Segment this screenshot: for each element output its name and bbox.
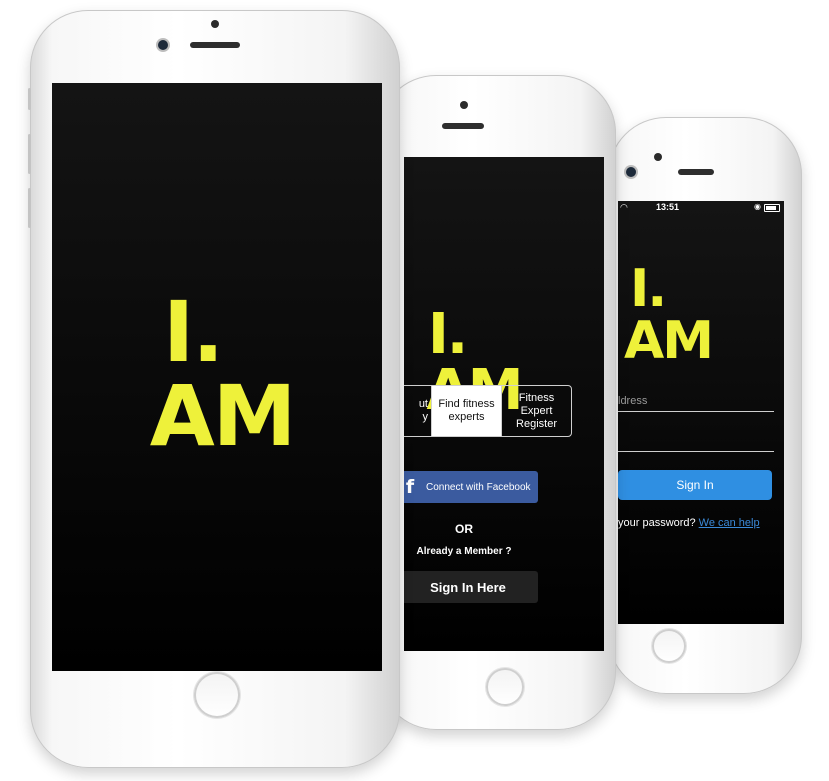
login-screen: ◠ 13:51 ◉ I. AM ldress Sign In your pass…	[618, 201, 784, 624]
home-button[interactable]	[194, 672, 240, 718]
front-sensor	[460, 101, 468, 109]
logo-line-1: I.	[630, 259, 667, 319]
forgot-password-row: your password? We can help	[618, 517, 784, 529]
facebook-f-icon: f	[405, 476, 415, 498]
volume-down-button	[28, 188, 31, 228]
volume-up-button	[28, 134, 31, 174]
logo-line-2: AM	[149, 367, 297, 465]
orientation-lock-icon: ◉	[754, 202, 761, 211]
connect-facebook-button[interactable]: f Connect with Facebook	[404, 471, 538, 503]
mockup-stage: ◠ 13:51 ◉ I. AM ldress Sign In your pass…	[0, 0, 829, 781]
home-button[interactable]	[486, 668, 524, 706]
or-divider: OR	[455, 522, 473, 536]
status-bar: ◠ 13:51 ◉	[618, 201, 784, 215]
phone-login: ◠ 13:51 ◉ I. AM ldress Sign In your pass…	[608, 117, 802, 694]
battery-icon	[764, 204, 780, 212]
brand-logo: I. AM	[618, 263, 718, 367]
email-placeholder: ldress	[618, 395, 648, 407]
earpiece-speaker	[442, 123, 484, 129]
logo-line-1: I.	[163, 283, 224, 381]
email-field[interactable]: ldress	[618, 393, 774, 412]
logo-line-1: I.	[428, 302, 468, 367]
earpiece-speaker	[190, 42, 240, 48]
segment-fitness-expert-register[interactable]: Fitness Expert Register	[501, 386, 571, 436]
member-prompt: Already a Member ?	[416, 546, 512, 557]
welcome-screen: I. AM ut y Find fitness experts Fitness …	[404, 157, 604, 651]
front-sensor	[654, 153, 662, 161]
earpiece-speaker	[678, 169, 714, 175]
sign-in-button[interactable]: Sign In	[618, 470, 772, 500]
sign-in-here-button[interactable]: Sign In Here	[404, 571, 538, 603]
we-can-help-link[interactable]: We can help	[699, 517, 760, 529]
segment-about[interactable]: ut y	[404, 386, 431, 436]
password-field[interactable]	[618, 433, 774, 452]
front-camera-icon	[158, 40, 168, 50]
front-camera-icon	[626, 167, 636, 177]
home-button[interactable]	[652, 629, 686, 663]
wifi-icon: ◠	[620, 202, 628, 212]
segment-find-fitness-experts[interactable]: Find fitness experts	[431, 386, 501, 436]
splash-screen: I. AM	[52, 83, 382, 671]
mute-switch	[28, 88, 31, 110]
brand-logo: I. AM	[137, 290, 307, 458]
forgot-password-text: your password?	[618, 517, 696, 529]
phone-splash: I. AM	[28, 10, 400, 768]
connect-facebook-label: Connect with Facebook	[426, 481, 531, 493]
segmented-control: ut y Find fitness experts Fitness Expert…	[404, 385, 572, 437]
front-sensor	[211, 20, 219, 28]
phone-welcome: I. AM ut y Find fitness experts Fitness …	[378, 75, 616, 730]
logo-line-2: AM	[624, 311, 714, 371]
status-time: 13:51	[656, 202, 680, 212]
